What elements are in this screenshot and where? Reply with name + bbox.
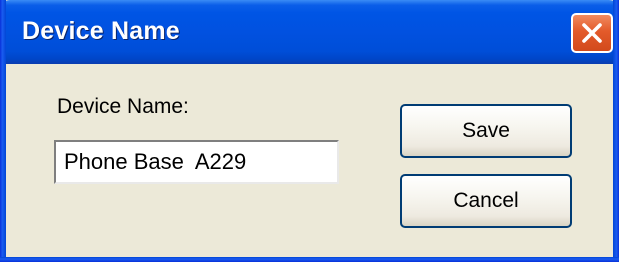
window-border-bottom [0, 257, 619, 262]
close-button[interactable] [571, 13, 613, 53]
device-name-dialog: Device Name Device Name: Save Cancel [0, 0, 619, 262]
device-name-input[interactable] [54, 140, 339, 184]
save-button[interactable]: Save [400, 104, 572, 158]
cancel-button[interactable]: Cancel [400, 174, 572, 228]
device-name-label: Device Name: [57, 95, 189, 118]
save-button-label: Save [462, 119, 510, 142]
cancel-button-label: Cancel [453, 189, 519, 212]
close-icon [580, 21, 604, 45]
window-title: Device Name [22, 17, 180, 45]
window-border-left [0, 0, 6, 262]
window-border-right [613, 0, 619, 262]
title-bar[interactable]: Device Name [0, 0, 619, 64]
